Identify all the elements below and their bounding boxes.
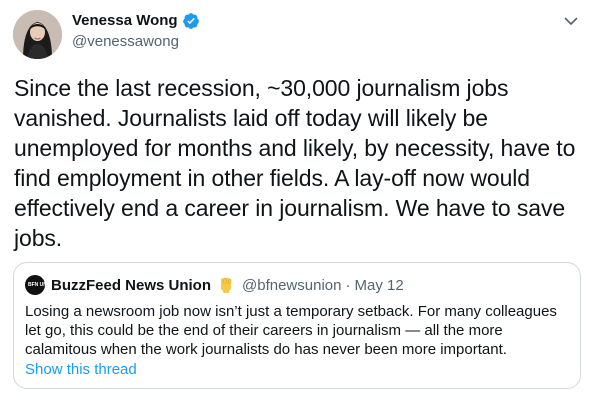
tweet-card: Venessa Wong @venessawong Since the last… [0,0,598,400]
quoted-avatar-logo-text: BFN UNION [28,281,56,288]
avatar-photo [13,10,62,59]
author-display-name[interactable]: Venessa Wong [72,12,178,30]
author-handle[interactable]: @venessawong [72,33,179,51]
quoted-tweet[interactable]: BFN UNION BuzzFeed News Union @bfnewsuni… [13,262,581,389]
author-name-row: Venessa Wong [72,12,200,30]
quoted-display-name: BuzzFeed News Union [51,276,212,294]
author-avatar[interactable] [13,10,62,59]
separator-dot: · [345,276,351,294]
quoted-date[interactable]: May 12 [354,277,403,294]
show-thread-link[interactable]: Show this thread [25,361,137,378]
quoted-tweet-text: Losing a newsroom job now isn’t just a t… [25,303,557,358]
verified-badge-icon [182,12,200,30]
chevron-down-icon[interactable] [562,12,580,30]
raised-fist-icon [217,276,235,294]
quoted-tweet-header: BFN UNION BuzzFeed News Union @bfnewsuni… [25,275,404,295]
quoted-author-avatar: BFN UNION [25,275,56,295]
quoted-handle: @bfnewsunion [242,276,342,294]
tweet-text: Since the last recession, ~30,000 journa… [14,75,576,251]
